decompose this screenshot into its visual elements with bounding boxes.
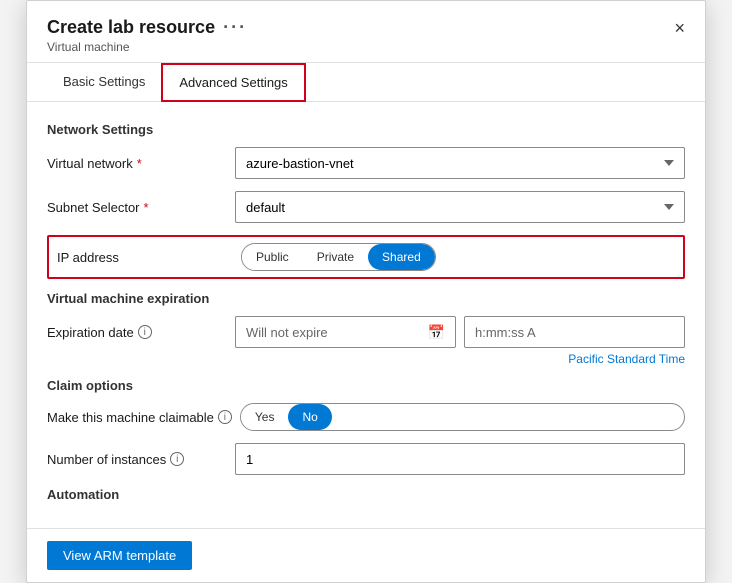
tab-bar: Basic Settings Advanced Settings [27,63,705,102]
dialog-title-area: Create lab resource ··· Virtual machine [47,17,247,62]
dialog-title-text: Create lab resource [47,17,215,38]
tab-advanced[interactable]: Advanced Settings [161,63,305,102]
claimable-label: Make this machine claimable i [47,410,232,425]
dialog-title: Create lab resource ··· [47,17,247,38]
more-options-icon[interactable]: ··· [223,17,247,38]
timezone-link[interactable]: Pacific Standard Time [568,352,685,366]
instances-input[interactable] [235,443,685,475]
expiration-date-row: Expiration date i Will not expire 📅 h:mm… [47,316,685,348]
virtual-network-row: Virtual network * azure-bastion-vnet [47,147,685,179]
claimable-yes[interactable]: Yes [241,404,289,430]
dialog-header: Create lab resource ··· Virtual machine … [27,1,705,63]
expiration-info-icon[interactable]: i [138,325,152,339]
virtual-network-required: * [137,156,142,171]
subnet-select[interactable]: default [235,191,685,223]
ip-option-shared[interactable]: Shared [368,244,435,270]
dialog-subtitle: Virtual machine [47,40,247,54]
subnet-row: Subnet Selector * default [47,191,685,223]
calendar-icon: 📅 [428,324,445,341]
virtual-network-select[interactable]: azure-bastion-vnet [235,147,685,179]
claimable-no[interactable]: No [288,404,331,430]
section-claim-label: Claim options [47,378,685,393]
ip-option-private[interactable]: Private [303,244,368,270]
virtual-network-control: azure-bastion-vnet [235,147,685,179]
dialog-footer: View ARM template [27,528,705,582]
ip-option-public[interactable]: Public [242,244,303,270]
ip-toggle-group: Public Private Shared [241,243,436,271]
create-lab-dialog: Create lab resource ··· Virtual machine … [26,0,706,583]
instances-label: Number of instances i [47,452,227,467]
instances-row: Number of instances i [47,443,685,475]
expiration-date-label: Expiration date i [47,325,227,340]
subnet-control: default [235,191,685,223]
subnet-required: * [144,200,149,215]
timezone-row: Pacific Standard Time [47,352,685,366]
section-automation-label: Automation [47,487,685,502]
expiration-time-input[interactable]: h:mm:ss A [464,316,685,348]
instances-control [235,443,685,475]
expiration-date-input[interactable]: Will not expire 📅 [235,316,456,348]
claimable-toggle-group: Yes No [240,403,685,431]
ip-address-row: IP address Public Private Shared [47,235,685,279]
close-button[interactable]: × [666,19,685,37]
dialog-body: Network Settings Virtual network * azure… [27,102,705,528]
instances-info-icon[interactable]: i [170,452,184,466]
expiry-controls: Will not expire 📅 h:mm:ss A [235,316,685,348]
tab-basic[interactable]: Basic Settings [47,63,161,102]
subnet-label: Subnet Selector * [47,200,227,215]
view-arm-button[interactable]: View ARM template [47,541,192,570]
claimable-row: Make this machine claimable i Yes No [47,403,685,431]
claimable-info-icon[interactable]: i [218,410,232,424]
claimable-control: Yes No [240,403,685,431]
virtual-network-label: Virtual network * [47,156,227,171]
section-expiration-label: Virtual machine expiration [47,291,685,306]
section-network-label: Network Settings [47,122,685,137]
ip-address-label: IP address [57,250,233,265]
